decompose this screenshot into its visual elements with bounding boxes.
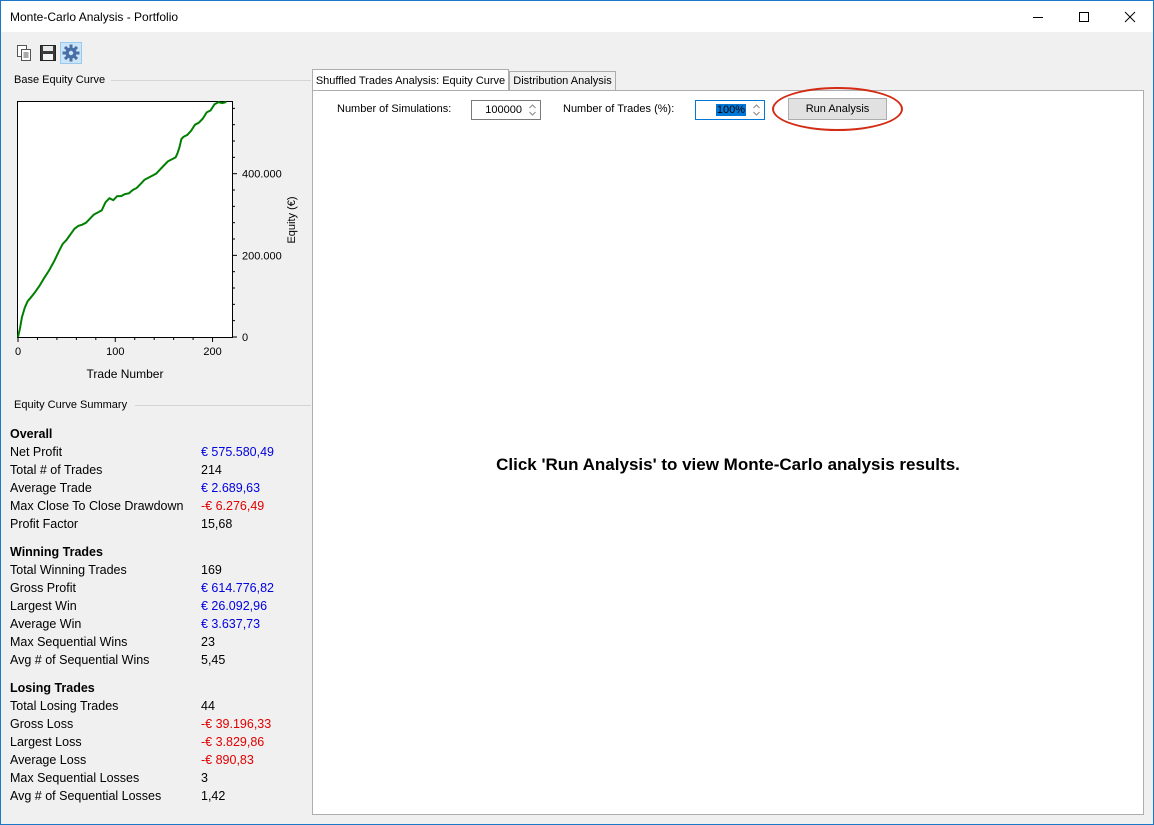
summary-row-value: 3 [201,771,208,785]
summary-row-label: Net Profit [10,445,63,459]
save-icon [40,45,56,61]
summary-row-value: € 26.092,96 [201,599,268,613]
spinner-arrows[interactable] [526,102,538,118]
tab-panel: Number of Simulations: 100000 Number of … [312,87,1144,815]
x-tick-label: 100 [106,346,124,358]
trades-value: 100% [715,104,746,116]
summary-row-label: Gross Profit [10,581,76,595]
maximize-button[interactable] [1061,1,1107,32]
y-tick-label: 0 [242,332,248,344]
equity-summary: Overall Net Profit € 575.580,49 Total # of … [9,421,311,811]
trades-label: Number of Trades (%): [563,103,675,115]
summary-row-label: Avg # of Sequential Losses [10,789,162,803]
simulations-value: 100000 [485,104,522,116]
copy-icon [17,45,31,61]
summary-group-label: Equity Curve Summary [14,399,128,411]
settings-icon [62,44,80,62]
summary-row-value: 5,45 [201,653,226,667]
trades-spinner[interactable]: 100% [695,100,765,120]
summary-row-label: Average Trade [10,481,92,495]
summary-row-label: Total Losing Trades [10,699,119,713]
y-ticks: 0 200.000 400.000 [232,107,282,344]
tab-distribution-analysis[interactable]: Distribution Analysis [509,71,616,90]
copy-button[interactable] [13,42,35,64]
summary-row-value: 15,68 [201,517,233,531]
run-analysis-button[interactable]: Run Analysis [788,98,887,120]
minimize-button[interactable] [1015,1,1061,32]
instruction-message: Click 'Run Analysis' to view Monte-Carlo… [496,455,960,474]
minimize-icon [1033,16,1043,18]
summary-row-value: 44 [201,699,215,713]
summary-row-value: -€ 890,83 [201,753,254,767]
save-button[interactable] [37,42,59,64]
equity-chart-svg: 0 100 200 0 200.000 400.000 Trade Number Equ… [15,101,298,381]
settings-button[interactable] [60,42,82,64]
tab-shuffled-trades[interactable]: Shuffled Trades Analysis: Equity Curve [312,69,509,91]
x-ticks: 0 100 200 [15,337,222,358]
y-axis-label: Equity (€) [286,196,298,243]
maximize-icon [1079,11,1089,22]
summary-row-value: € 3.637,73 [201,617,261,631]
summary-row-value: 169 [201,563,222,577]
spinner-arrows-icon [752,104,760,116]
summary-row-value: € 2.689,63 [201,481,261,495]
x-axis-label: Trade Number [87,367,164,381]
close-button[interactable] [1107,1,1153,32]
summary-row-value: -€ 39.196,33 [201,717,272,731]
summary-row-label: Average Loss [10,753,87,767]
summary-row-label: Avg # of Sequential Wins [10,653,150,667]
simulations-spinner[interactable]: 100000 [471,100,541,120]
close-icon [1124,11,1136,22]
spinner-arrows-icon [528,104,536,116]
window-title: Monte-Carlo Analysis - Portfolio [10,10,179,24]
spinner-arrows[interactable] [750,102,762,118]
summary-row-label: Max Close To Close Drawdown [10,499,184,513]
summary-row-value: -€ 3.829,86 [201,735,265,749]
summary-row-value: 23 [201,635,215,649]
summary-row-label: Largest Win [10,599,77,613]
summary-row-value: 214 [201,463,222,477]
summary-row-label: Total Winning Trades [10,563,127,577]
summary-section-title: Losing Trades [10,681,95,695]
base-equity-group-label: Base Equity Curve [14,74,106,86]
y-tick-label: 400.000 [242,169,282,181]
equity-chart: 0 100 200 0 200.000 400.000 Trade Number Equ… [9,93,311,389]
y-tick-label: 200.000 [242,250,282,262]
group-divider [135,405,311,406]
summary-row-label: Total # of Trades [10,463,103,477]
summary-row-label: Largest Loss [10,735,82,749]
summary-row-label: Gross Loss [10,717,74,731]
summary-row-label: Profit Factor [10,517,79,531]
summary-row-label: Max Sequential Wins [10,635,128,649]
summary-row-value: € 575.580,49 [201,445,274,459]
main-window: Monte-Carlo Analysis - Portfolio Base Eq… [0,0,1154,825]
plot-area [17,101,233,338]
x-tick-label: 0 [15,346,21,358]
simulations-label: Number of Simulations: [337,103,452,115]
summary-row-label: Max Sequential Losses [10,771,140,785]
title-bar[interactable]: Monte-Carlo Analysis - Portfolio [1,1,1153,32]
summary-row-label: Average Win [10,617,82,631]
x-tick-label: 200 [203,346,221,358]
summary-row-value: € 614.776,82 [201,581,274,595]
summary-section-title: Overall [10,427,53,441]
summary-row-value: 1,42 [201,789,226,803]
group-divider [111,80,311,81]
summary-section-title: Winning Trades [10,545,103,559]
summary-row-value: -€ 6.276,49 [201,499,265,513]
